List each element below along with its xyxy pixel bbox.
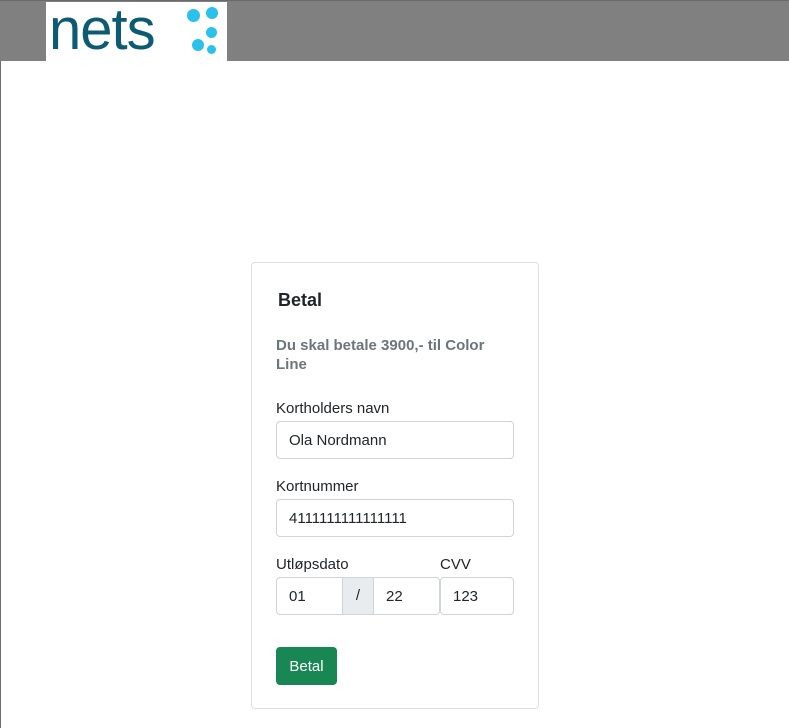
expiry-input-group: / [276, 577, 440, 615]
cvv-label: CVV [440, 556, 471, 573]
nets-logo[interactable]: nets [46, 0, 227, 62]
card-number-input[interactable] [276, 499, 514, 537]
payment-amount-text: Du skal betale 3900,- til Color Line [276, 337, 485, 373]
logo-dot-icon [187, 9, 200, 22]
logo-dot-icon [206, 7, 218, 19]
cardholder-label: Kortholders navn [276, 400, 390, 417]
payment-title: Betal [278, 290, 323, 310]
expiry-month-input[interactable] [276, 577, 343, 615]
logo-wordmark: nets [49, 0, 156, 62]
cvv-input[interactable] [440, 577, 514, 615]
logo-dot-icon [207, 45, 216, 54]
cardholder-name-input[interactable] [276, 421, 514, 459]
top-header-bar: nets [0, 0, 789, 62]
card-number-label: Kortnummer [276, 478, 359, 495]
expiry-separator: / [342, 577, 374, 615]
page-left-border [0, 0, 1, 728]
logo-dot-icon [192, 39, 204, 51]
expiry-year-input[interactable] [373, 577, 440, 615]
payment-card: Betal Du skal betale 3900,- til Color Li… [251, 262, 539, 709]
logo-dot-icon [206, 27, 217, 38]
expiry-label: Utløpsdato [276, 556, 349, 573]
pay-button[interactable]: Betal [276, 647, 337, 685]
